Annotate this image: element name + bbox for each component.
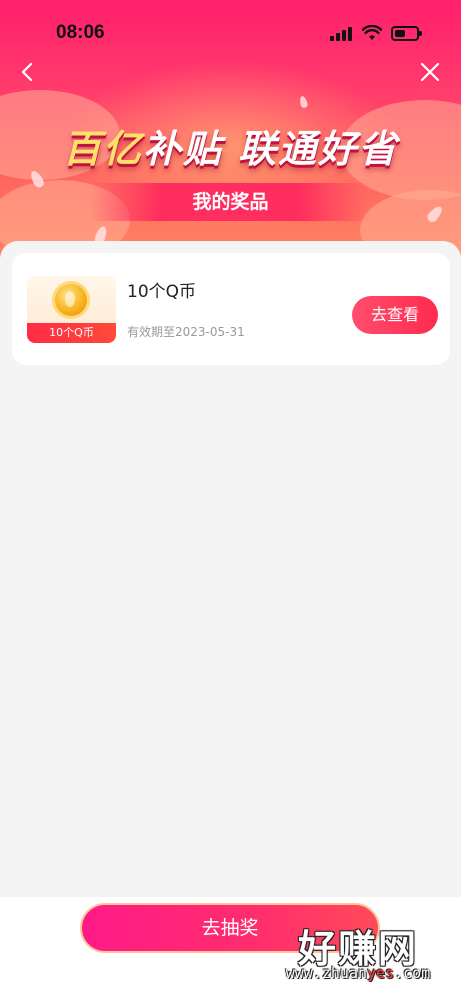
wifi-icon [362,25,382,40]
close-icon[interactable] [418,60,442,84]
prize-name: 10个Q币 [127,282,197,302]
cellular-signal-icon [330,27,352,41]
view-prize-button[interactable]: 去查看 [352,296,438,334]
banner-title-rest: 补贴 联通好省 [142,127,399,171]
battery-icon [391,26,422,41]
status-bar: 08:06 [0,18,461,50]
prize-card[interactable]: 10个Q币 10个Q币 有效期至2023-05-31 去查看 [12,253,450,365]
watermark-url-highlight: yes [367,964,395,982]
prize-expiry: 有效期至2023-05-31 [127,325,245,339]
watermark-logo: 好赚网 www.zhuanyes.com [258,918,458,988]
watermark-url-part: www.zhuan [285,964,368,982]
prize-thumbnail-label: 10个Q币 [27,323,116,343]
page-title: 我的奖品 [90,183,371,221]
q-coin-icon [55,284,87,316]
status-time: 08:06 [56,22,105,43]
watermark-url-part: .com [394,964,431,982]
chevron-left-icon[interactable] [16,60,40,84]
watermark-url: www.zhuanyes.com [258,964,458,982]
banner-title-highlight: 百亿 [62,127,143,171]
banner-title: 百亿补贴 联通好省 [0,118,461,173]
prize-thumbnail: 10个Q币 [27,276,116,343]
